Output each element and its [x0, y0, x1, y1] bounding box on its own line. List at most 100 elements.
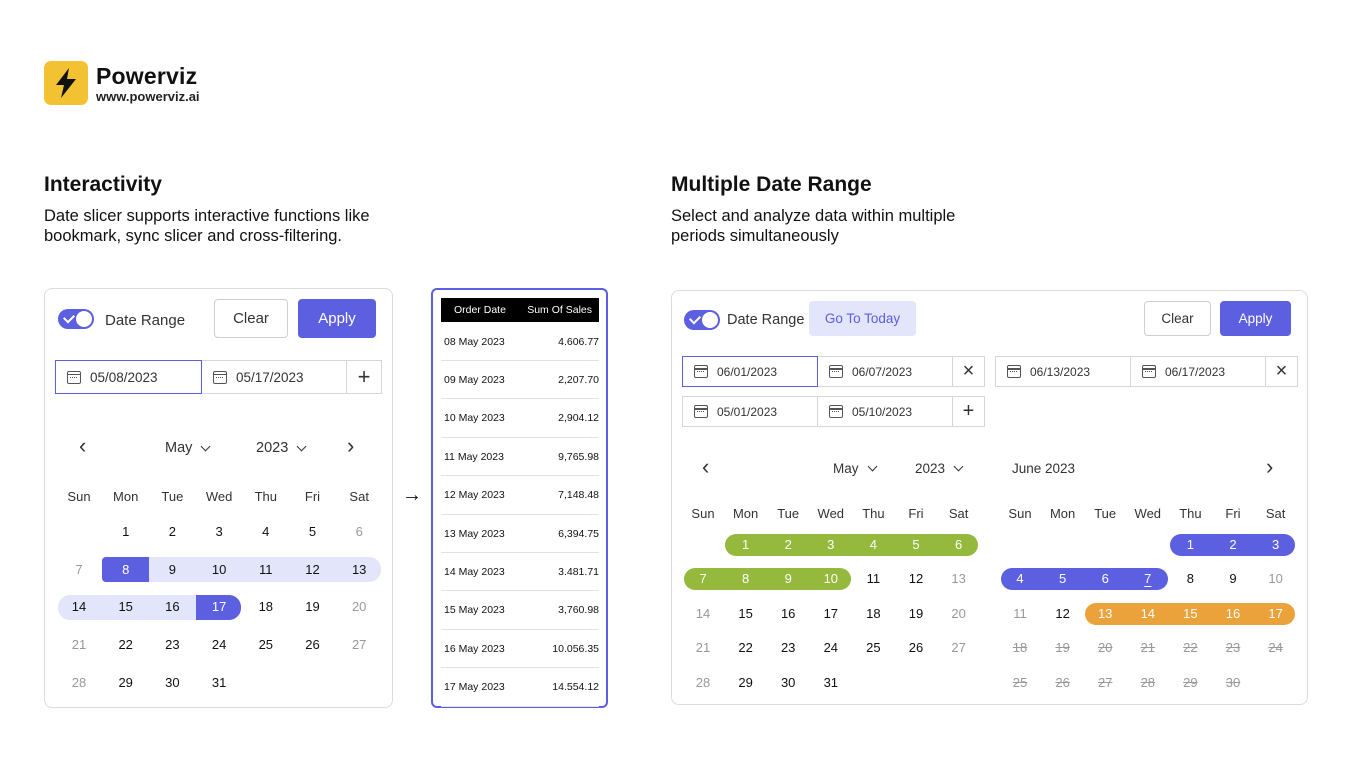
calendar-day[interactable]: 28	[63, 675, 95, 690]
calendar-day[interactable]: 4	[250, 524, 282, 539]
calendar-day[interactable]: 24	[203, 637, 235, 652]
calendar-day[interactable]: 13	[943, 571, 975, 586]
calendar-day[interactable]: 28	[687, 675, 719, 690]
calendar-day[interactable]: 4	[1004, 571, 1036, 586]
calendar-day[interactable]: 3	[203, 524, 235, 539]
calendar-day[interactable]: 17	[815, 606, 847, 621]
remove-range2-close-icon[interactable]: ×	[1265, 356, 1298, 387]
calendar-day[interactable]: 20	[943, 606, 975, 621]
calendar-day[interactable]: 27	[343, 637, 375, 652]
start-date-field[interactable]: 05/08/2023	[55, 360, 202, 394]
calendar-day[interactable]: 11	[857, 571, 889, 586]
calendar-day[interactable]: 9	[1217, 571, 1249, 586]
calendar-day[interactable]: 30	[772, 675, 804, 690]
calendar-day[interactable]: 18	[1004, 640, 1036, 655]
calendar-day[interactable]: 24	[815, 640, 847, 655]
calendar-day[interactable]: 30	[1217, 675, 1249, 690]
calendar-day[interactable]: 22	[730, 640, 762, 655]
calendar-day[interactable]: 2	[772, 537, 804, 552]
calendar-day[interactable]: 15	[110, 599, 142, 614]
next-month-icon[interactable]: ›	[1266, 454, 1273, 480]
calendar-day[interactable]: 16	[772, 606, 804, 621]
calendar-day[interactable]: 5	[900, 537, 932, 552]
calendar-day[interactable]: 12	[297, 562, 329, 577]
calendar-day[interactable]: 14	[687, 606, 719, 621]
calendar-day[interactable]: 18	[250, 599, 282, 614]
calendar-day[interactable]: 4	[857, 537, 889, 552]
calendar-day[interactable]: 23	[772, 640, 804, 655]
calendar-day[interactable]: 7	[63, 562, 95, 577]
range3-start-field[interactable]: 05/01/2023	[682, 396, 818, 427]
calendar-day[interactable]: 5	[297, 524, 329, 539]
calendar-day[interactable]: 6	[1089, 571, 1121, 586]
range1-end-field[interactable]: 06/07/2023	[817, 356, 953, 387]
calendar-day[interactable]: 13	[343, 562, 375, 577]
calendar-day[interactable]: 19	[900, 606, 932, 621]
calendar-day[interactable]: 23	[156, 637, 188, 652]
calendar-day[interactable]: 31	[815, 675, 847, 690]
calendar-day[interactable]: 25	[1004, 675, 1036, 690]
calendar-day[interactable]: 12	[900, 571, 932, 586]
calendar-day[interactable]: 15	[730, 606, 762, 621]
month-select[interactable]: May	[165, 440, 211, 456]
calendar-day[interactable]: 20	[343, 599, 375, 614]
calendar-day[interactable]: 26	[297, 637, 329, 652]
calendar-day[interactable]: 20	[1089, 640, 1121, 655]
calendar-day[interactable]: 22	[110, 637, 142, 652]
calendar-day[interactable]: 1	[110, 524, 142, 539]
calendar-day[interactable]: 8	[1174, 571, 1206, 586]
range2-start-field[interactable]: 06/13/2023	[995, 356, 1131, 387]
calendar-day[interactable]: 15	[1174, 606, 1206, 621]
calendar-day[interactable]: 2	[1217, 537, 1249, 552]
calendar-day[interactable]: 22	[1174, 640, 1206, 655]
calendar-day[interactable]: 31	[203, 675, 235, 690]
next-month-icon[interactable]: ›	[347, 433, 354, 459]
month-select[interactable]: May	[833, 461, 877, 476]
calendar-day[interactable]: 24	[1260, 640, 1292, 655]
clear-button[interactable]: Clear	[214, 299, 288, 338]
calendar-day[interactable]: 10	[1260, 571, 1292, 586]
calendar-day[interactable]: 11	[250, 562, 282, 577]
calendar-day[interactable]: 5	[1047, 571, 1079, 586]
apply-button[interactable]: Apply	[298, 299, 376, 338]
calendar-day[interactable]: 10	[203, 562, 235, 577]
calendar-day[interactable]: 26	[900, 640, 932, 655]
prev-month-icon[interactable]: ‹	[702, 454, 709, 480]
prev-month-icon[interactable]: ‹	[79, 433, 86, 459]
calendar-day[interactable]: 18	[857, 606, 889, 621]
calendar-day[interactable]: 14	[63, 599, 95, 614]
calendar-day[interactable]: 10	[815, 571, 847, 586]
calendar-day[interactable]: 17	[1260, 606, 1292, 621]
calendar-day[interactable]: 21	[63, 637, 95, 652]
calendar-day[interactable]: 3	[815, 537, 847, 552]
date-range-toggle[interactable]	[684, 310, 720, 330]
calendar-day[interactable]: 26	[1047, 675, 1079, 690]
calendar-day[interactable]: 11	[1004, 606, 1036, 621]
calendar-day[interactable]: 12	[1047, 606, 1079, 621]
calendar-day[interactable]: 21	[687, 640, 719, 655]
calendar-day[interactable]: 6	[343, 524, 375, 539]
calendar-day[interactable]: 13	[1089, 606, 1121, 621]
calendar-day[interactable]: 1	[1174, 537, 1206, 552]
add-range-button[interactable]: +	[952, 396, 985, 427]
calendar-day[interactable]: 8	[110, 562, 142, 577]
calendar-day[interactable]: 3	[1260, 537, 1292, 552]
calendar-day[interactable]: 25	[857, 640, 889, 655]
calendar-day[interactable]: 29	[1174, 675, 1206, 690]
calendar-day[interactable]: 7	[1132, 571, 1164, 586]
calendar-day[interactable]: 8	[730, 571, 762, 586]
year-select[interactable]: 2023	[256, 440, 307, 456]
apply-button[interactable]: Apply	[1220, 301, 1291, 336]
calendar-day[interactable]: 19	[1047, 640, 1079, 655]
calendar-day[interactable]: 30	[156, 675, 188, 690]
calendar-day[interactable]: 29	[730, 675, 762, 690]
calendar-day[interactable]: 29	[110, 675, 142, 690]
calendar-day[interactable]: 14	[1132, 606, 1164, 621]
year-select[interactable]: 2023	[915, 461, 964, 476]
range3-end-field[interactable]: 05/10/2023	[817, 396, 953, 427]
remove-range1-close-icon[interactable]: ×	[952, 356, 985, 387]
calendar-day[interactable]: 16	[1217, 606, 1249, 621]
end-date-field[interactable]: 05/17/2023	[201, 360, 347, 394]
calendar-day[interactable]: 1	[730, 537, 762, 552]
calendar-day[interactable]: 21	[1132, 640, 1164, 655]
